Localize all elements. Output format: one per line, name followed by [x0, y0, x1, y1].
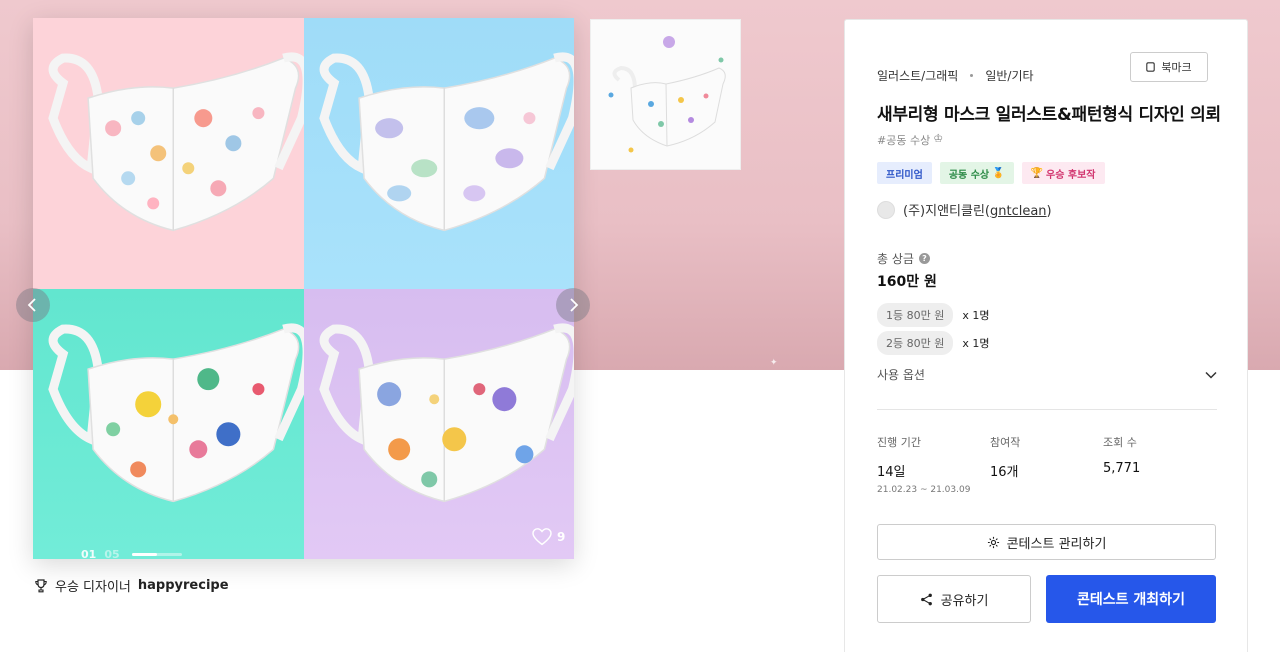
- heart-icon: [532, 528, 552, 546]
- stat-entries: 참여작 16개: [990, 434, 1103, 495]
- prize-label-text: 총 상금: [877, 252, 914, 266]
- badge-label: 프리미엄: [886, 169, 923, 181]
- mask-image-mint: [33, 288, 304, 559]
- gear-icon: [987, 536, 999, 548]
- trophy-icon: [35, 578, 47, 592]
- winner-designer: 우승 디자이너 happyrecipe: [34, 576, 229, 595]
- badge-list: 프리미엄 공동 수상 🏅 🏆 우승 후보작: [877, 162, 1105, 184]
- sparkle-decoration: ✦: [770, 358, 778, 368]
- share-button[interactable]: 공유하기: [877, 575, 1031, 623]
- host-name: (주)지앤티클린: [903, 204, 985, 219]
- contest-title: 새부리형 마스크 일러스트&패턴형식 디자인 의뢰: [877, 105, 1221, 125]
- prize-tier-count: x 1명: [962, 337, 990, 350]
- prize-tier-row: 2등 80만 원 x 1명: [877, 331, 989, 355]
- bookmark-label: 북마크: [1161, 61, 1192, 74]
- total-prize-value: 160만 원: [877, 274, 937, 290]
- stat-value: 5,771: [1103, 461, 1141, 476]
- winner-label: 우승 디자이너: [55, 580, 131, 595]
- options-label: 사용 옵션: [877, 368, 925, 382]
- slide-current: 01: [81, 548, 97, 559]
- next-image-button[interactable]: [556, 288, 590, 322]
- options-dropdown[interactable]: 사용 옵션: [877, 366, 1217, 383]
- stat-period: 진행 기간 14일 21.02.23 ~ 21.03.09: [877, 434, 990, 495]
- prize-tier-count: x 1명: [962, 309, 990, 322]
- manage-contest-label: 콘테스트 관리하기: [1006, 536, 1107, 552]
- manage-contest-button[interactable]: 콘테스트 관리하기: [877, 524, 1216, 560]
- main-contest-image[interactable]: 01 05 9: [33, 18, 574, 559]
- slide-indicator: 01 05: [81, 548, 182, 559]
- avatar: [877, 200, 895, 219]
- winning-candidate-badge: 🏆 우승 후보작: [1021, 162, 1105, 184]
- prize-tier-label: 1등 80만 원: [877, 303, 954, 327]
- divider: [877, 409, 1217, 410]
- medal-icon: 🏅: [992, 167, 1005, 179]
- open-contest-label: 콘테스트 개최하기: [1077, 592, 1185, 608]
- badge-label: 공동 수상: [948, 169, 990, 181]
- chevron-down-icon: [1205, 371, 1217, 379]
- previous-image-button[interactable]: [16, 288, 50, 322]
- help-icon[interactable]: ?: [918, 253, 930, 264]
- bookmark-icon: [1146, 62, 1156, 72]
- host-profile[interactable]: (주)지앤티클린(gntclean): [877, 200, 1052, 219]
- stat-label: 조회 수: [1103, 436, 1137, 449]
- stat-value: 14일: [877, 465, 906, 480]
- share-icon: [920, 593, 932, 605]
- slide-progress-fill: [131, 553, 157, 556]
- joint-award-badge: 공동 수상 🏅: [939, 162, 1014, 184]
- crown-icon: ♔: [933, 132, 944, 145]
- mask-image-pink: [33, 18, 304, 289]
- bookmark-button[interactable]: 북마크: [1130, 52, 1208, 82]
- chevron-left-icon: [27, 298, 36, 312]
- total-prize-label: 총 상금 ?: [877, 250, 930, 267]
- subcategory-link[interactable]: 일반/기타: [985, 67, 1033, 84]
- prize-tier-row: 1등 80만 원 x 1명: [877, 303, 989, 327]
- thumbnail-image[interactable]: [590, 19, 741, 170]
- like-button[interactable]: 9: [532, 528, 565, 546]
- chevron-right-icon: [570, 298, 579, 312]
- stat-label: 참여작: [990, 436, 1021, 449]
- share-label: 공유하기: [940, 593, 989, 609]
- mask-image-blue: [303, 18, 574, 289]
- hashtag[interactable]: #공동 수상 ♔: [877, 132, 943, 148]
- stat-value: 16개: [990, 465, 1019, 480]
- contest-info-card: 일러스트/그래픽 일반/기타 북마크 새부리형 마스크 일러스트&패턴형식 디자…: [844, 19, 1248, 652]
- contest-stats: 진행 기간 14일 21.02.23 ~ 21.03.09 참여작 16개 조회…: [877, 434, 1216, 495]
- premium-badge: 프리미엄: [877, 162, 932, 184]
- mask-image-purple: [303, 288, 574, 559]
- category-link[interactable]: 일러스트/그래픽: [877, 67, 958, 84]
- host-id-link[interactable]: gntclean: [990, 204, 1047, 219]
- slide-total: 05: [104, 548, 120, 559]
- trophy-icon: 🏆: [1030, 167, 1044, 179]
- slide-progress-bar: [131, 553, 182, 556]
- hashtag-label: #공동 수상: [877, 134, 931, 147]
- breadcrumb: 일러스트/그래픽 일반/기타: [877, 67, 1034, 84]
- stat-views: 조회 수 5,771: [1103, 434, 1216, 495]
- winner-name[interactable]: happyrecipe: [138, 578, 229, 593]
- breadcrumb-separator: [970, 74, 974, 77]
- badge-label: 우승 후보작: [1046, 169, 1096, 181]
- prize-tier-label: 2등 80만 원: [877, 331, 954, 355]
- open-contest-button[interactable]: 콘테스트 개최하기: [1046, 575, 1216, 623]
- stat-label: 진행 기간: [877, 436, 921, 449]
- stat-period-range: 21.02.23 ~ 21.03.09: [877, 485, 971, 495]
- like-count: 9: [557, 530, 566, 544]
